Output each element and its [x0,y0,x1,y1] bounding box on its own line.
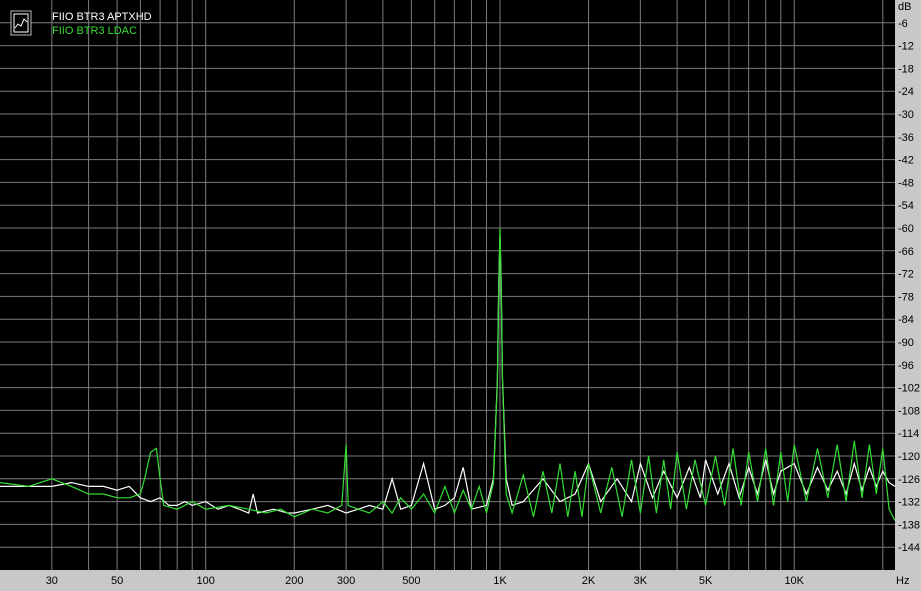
x-tick-label: 3K [634,575,648,587]
legend-entry-ldac: FIIO BTR3 LDAC [52,25,137,37]
x-axis-unit-label: Hz [896,575,909,587]
y-tick-label: -132 [898,497,920,509]
y-tick-label: -96 [898,360,914,372]
legend-entry-aptxhd: FIIO BTR3 APTXHD [52,11,152,23]
x-tick-label: 10K [784,575,804,587]
y-tick-label: -30 [898,109,914,121]
x-tick-label: 200 [285,575,303,587]
y-tick-label: -108 [898,405,920,417]
y-tick-label: -6 [898,18,908,30]
x-tick-label: 500 [402,575,420,587]
y-tick-label: -102 [898,383,920,395]
y-tick-label: -36 [898,132,914,144]
y-tick-label: -12 [898,41,914,53]
y-tick-label: -54 [898,200,914,212]
x-tick-label: 30 [46,575,58,587]
y-tick-label: -18 [898,63,914,75]
x-tick-label: 300 [337,575,355,587]
spectrum-chart: -6 -12 -18 -24 -30 -36 -42 -48 -54 -60 -66 -72 -78 -8… [0,0,921,591]
y-tick-label: -72 [898,269,914,281]
y-tick-label: -138 [898,519,920,531]
y-tick-label: -114 [898,428,919,440]
y-tick-label: -24 [898,86,914,98]
y-tick-label: -42 [898,155,914,167]
x-tick-label: 5K [699,575,713,587]
plot-area [0,0,895,570]
y-axis-unit-label: dB [898,1,911,13]
x-tick-label: 1K [493,575,507,587]
y-tick-label: -126 [898,474,920,486]
y-tick-label: -144 [898,542,920,554]
y-tick-label: -60 [898,223,914,235]
y-tick-label: -84 [898,314,914,326]
x-tick-label: 50 [111,575,123,587]
y-tick-label: -66 [898,246,914,258]
y-tick-label: -48 [898,177,914,189]
y-tick-label: -78 [898,291,914,303]
x-tick-label: 2K [582,575,596,587]
y-tick-label: -90 [898,337,914,349]
y-tick-label: -120 [898,451,920,463]
x-tick-label: 100 [197,575,215,587]
